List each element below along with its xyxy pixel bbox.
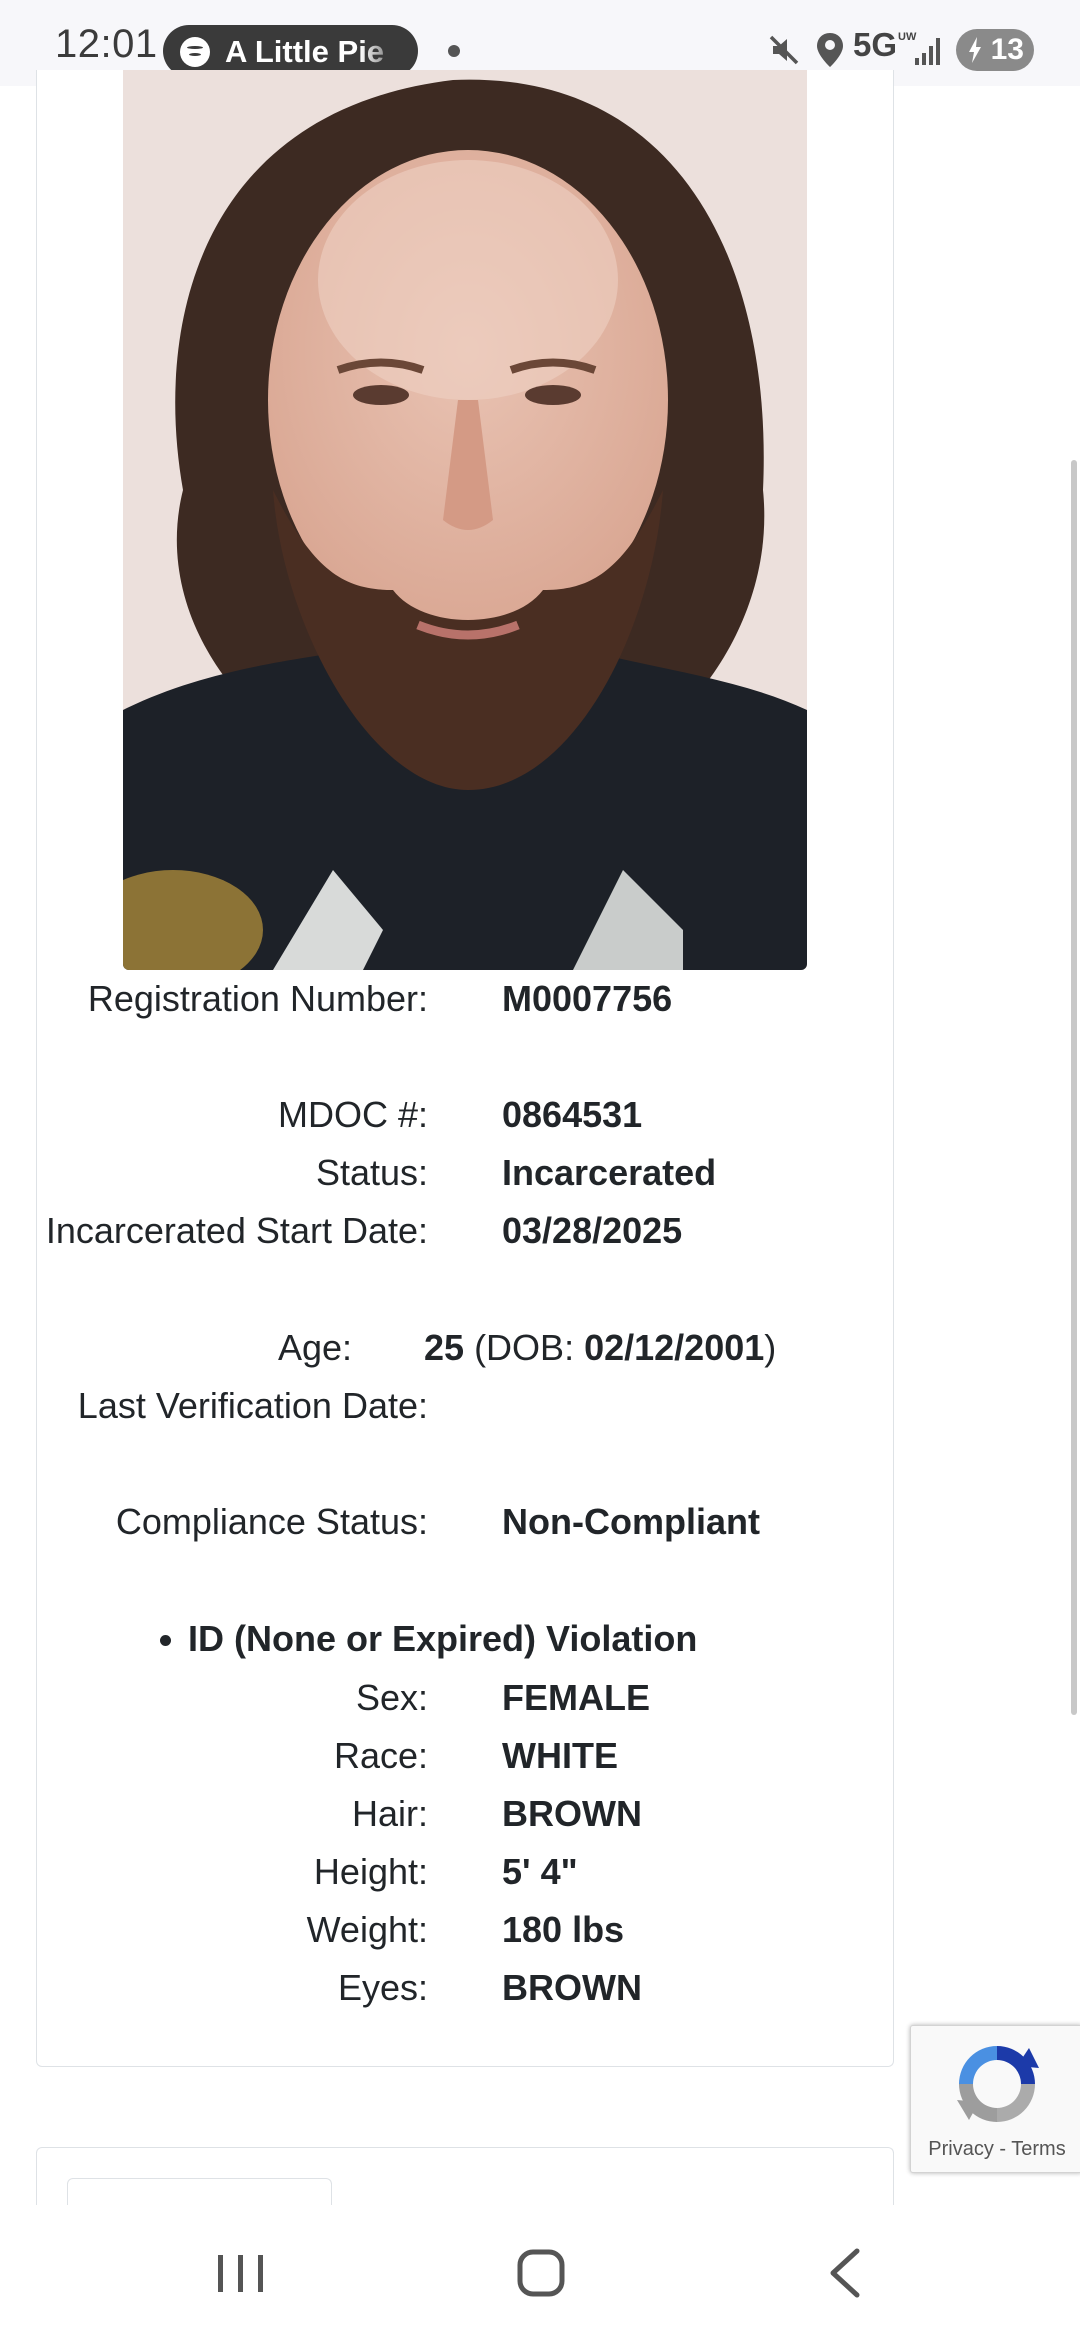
system-nav-bar xyxy=(0,2205,1080,2340)
weight-label: Weight: xyxy=(306,1909,428,1950)
eyes-value: BROWN xyxy=(502,1967,642,2008)
age-number: 25 xyxy=(424,1327,465,1368)
last-verification-label: Last Verification Date: xyxy=(77,1385,428,1426)
status-value: Incarcerated xyxy=(502,1152,717,1193)
incarcerated-row: Incarcerated Start Date: 03/28/2025 xyxy=(0,1202,1080,1318)
privacy-link[interactable]: Privacy xyxy=(928,2138,994,2160)
home-button[interactable] xyxy=(441,2205,641,2340)
charging-bolt-icon xyxy=(969,37,981,63)
sex-value: FEMALE xyxy=(502,1677,650,1718)
mdoc-value: 0864531 xyxy=(502,1094,643,1135)
mdoc-label: MDOC #: xyxy=(277,1094,428,1135)
mute-icon xyxy=(769,35,799,65)
registration-label: Registration Number: xyxy=(87,978,428,1019)
registration-value: M0007756 xyxy=(502,978,673,1019)
hair-row: Hair: BROWN xyxy=(0,1785,1080,1843)
hair-value: BROWN xyxy=(502,1793,642,1834)
sex-label: Sex: xyxy=(355,1677,428,1718)
incarcerated-value: 03/28/2025 xyxy=(502,1210,683,1251)
race-row: Race: WHITE xyxy=(0,1727,1080,1785)
media-title: A Little Pie xyxy=(225,34,385,69)
race-label: Race: xyxy=(333,1735,428,1776)
spotify-icon xyxy=(180,37,210,67)
age-value: 25 (DOB: 02/12/2001) xyxy=(424,1319,776,1377)
weight-value: 180 lbs xyxy=(502,1909,625,1950)
recaptcha-badge[interactable]: Privacy - Terms xyxy=(910,2025,1080,2173)
mdoc-row: MDOC #: 0864531 xyxy=(0,1086,1080,1144)
dob-prefix: (DOB: xyxy=(474,1327,585,1368)
registration-row: Registration Number: M0007756 xyxy=(0,970,1080,1086)
height-label: Height: xyxy=(313,1851,428,1892)
network-type: 5G xyxy=(853,26,898,63)
hair-label: Hair: xyxy=(351,1793,428,1834)
last-verification-row: Last Verification Date: xyxy=(0,1377,1080,1493)
race-value: WHITE xyxy=(502,1735,618,1776)
incarcerated-label: Incarcerated Start Date: xyxy=(45,1210,428,1251)
links-separator: - xyxy=(993,2138,1012,2160)
height-value: 5' 4" xyxy=(502,1851,578,1892)
portrait-image xyxy=(123,70,807,970)
status-label: Status: xyxy=(315,1152,428,1193)
battery-indicator: 13 xyxy=(956,29,1034,71)
recaptcha-icon xyxy=(957,2046,1039,2122)
page-scrollbar[interactable] xyxy=(1071,460,1077,1715)
eyes-label: Eyes: xyxy=(337,1967,428,2008)
location-icon xyxy=(817,33,843,67)
sex-row: Sex: FEMALE xyxy=(0,1669,1080,1727)
notification-dot xyxy=(448,45,460,57)
battery-level: 13 xyxy=(990,33,1024,66)
violation-item: ID (None or Expired) Violation xyxy=(159,1610,697,1668)
status-time: 12:01 xyxy=(55,22,158,66)
home-icon xyxy=(517,2249,565,2297)
height-row: Height: 5' 4" xyxy=(0,1843,1080,1901)
compliance-row: Compliance Status: Non-Compliant xyxy=(0,1493,1080,1609)
compliance-value: Non-Compliant xyxy=(502,1501,760,1542)
offender-photo xyxy=(123,70,807,970)
back-icon xyxy=(830,2248,860,2298)
recaptcha-links: Privacy - Terms xyxy=(911,2138,1080,2161)
recents-button[interactable] xyxy=(140,2205,340,2340)
recents-icon xyxy=(218,2255,263,2292)
weight-row: Weight: 180 lbs xyxy=(0,1901,1080,1959)
compliance-label: Compliance Status: xyxy=(115,1501,428,1542)
dob-suffix: ) xyxy=(764,1327,777,1368)
terms-link[interactable]: Terms xyxy=(1011,2138,1065,2160)
signal-icon xyxy=(915,38,940,65)
status-row: Status: Incarcerated xyxy=(0,1144,1080,1202)
age-label: Age: xyxy=(277,1327,352,1368)
back-button[interactable] xyxy=(745,2205,945,2340)
dob-value: 02/12/2001 xyxy=(584,1327,765,1368)
eyes-row: Eyes: BROWN xyxy=(0,1959,1080,2017)
